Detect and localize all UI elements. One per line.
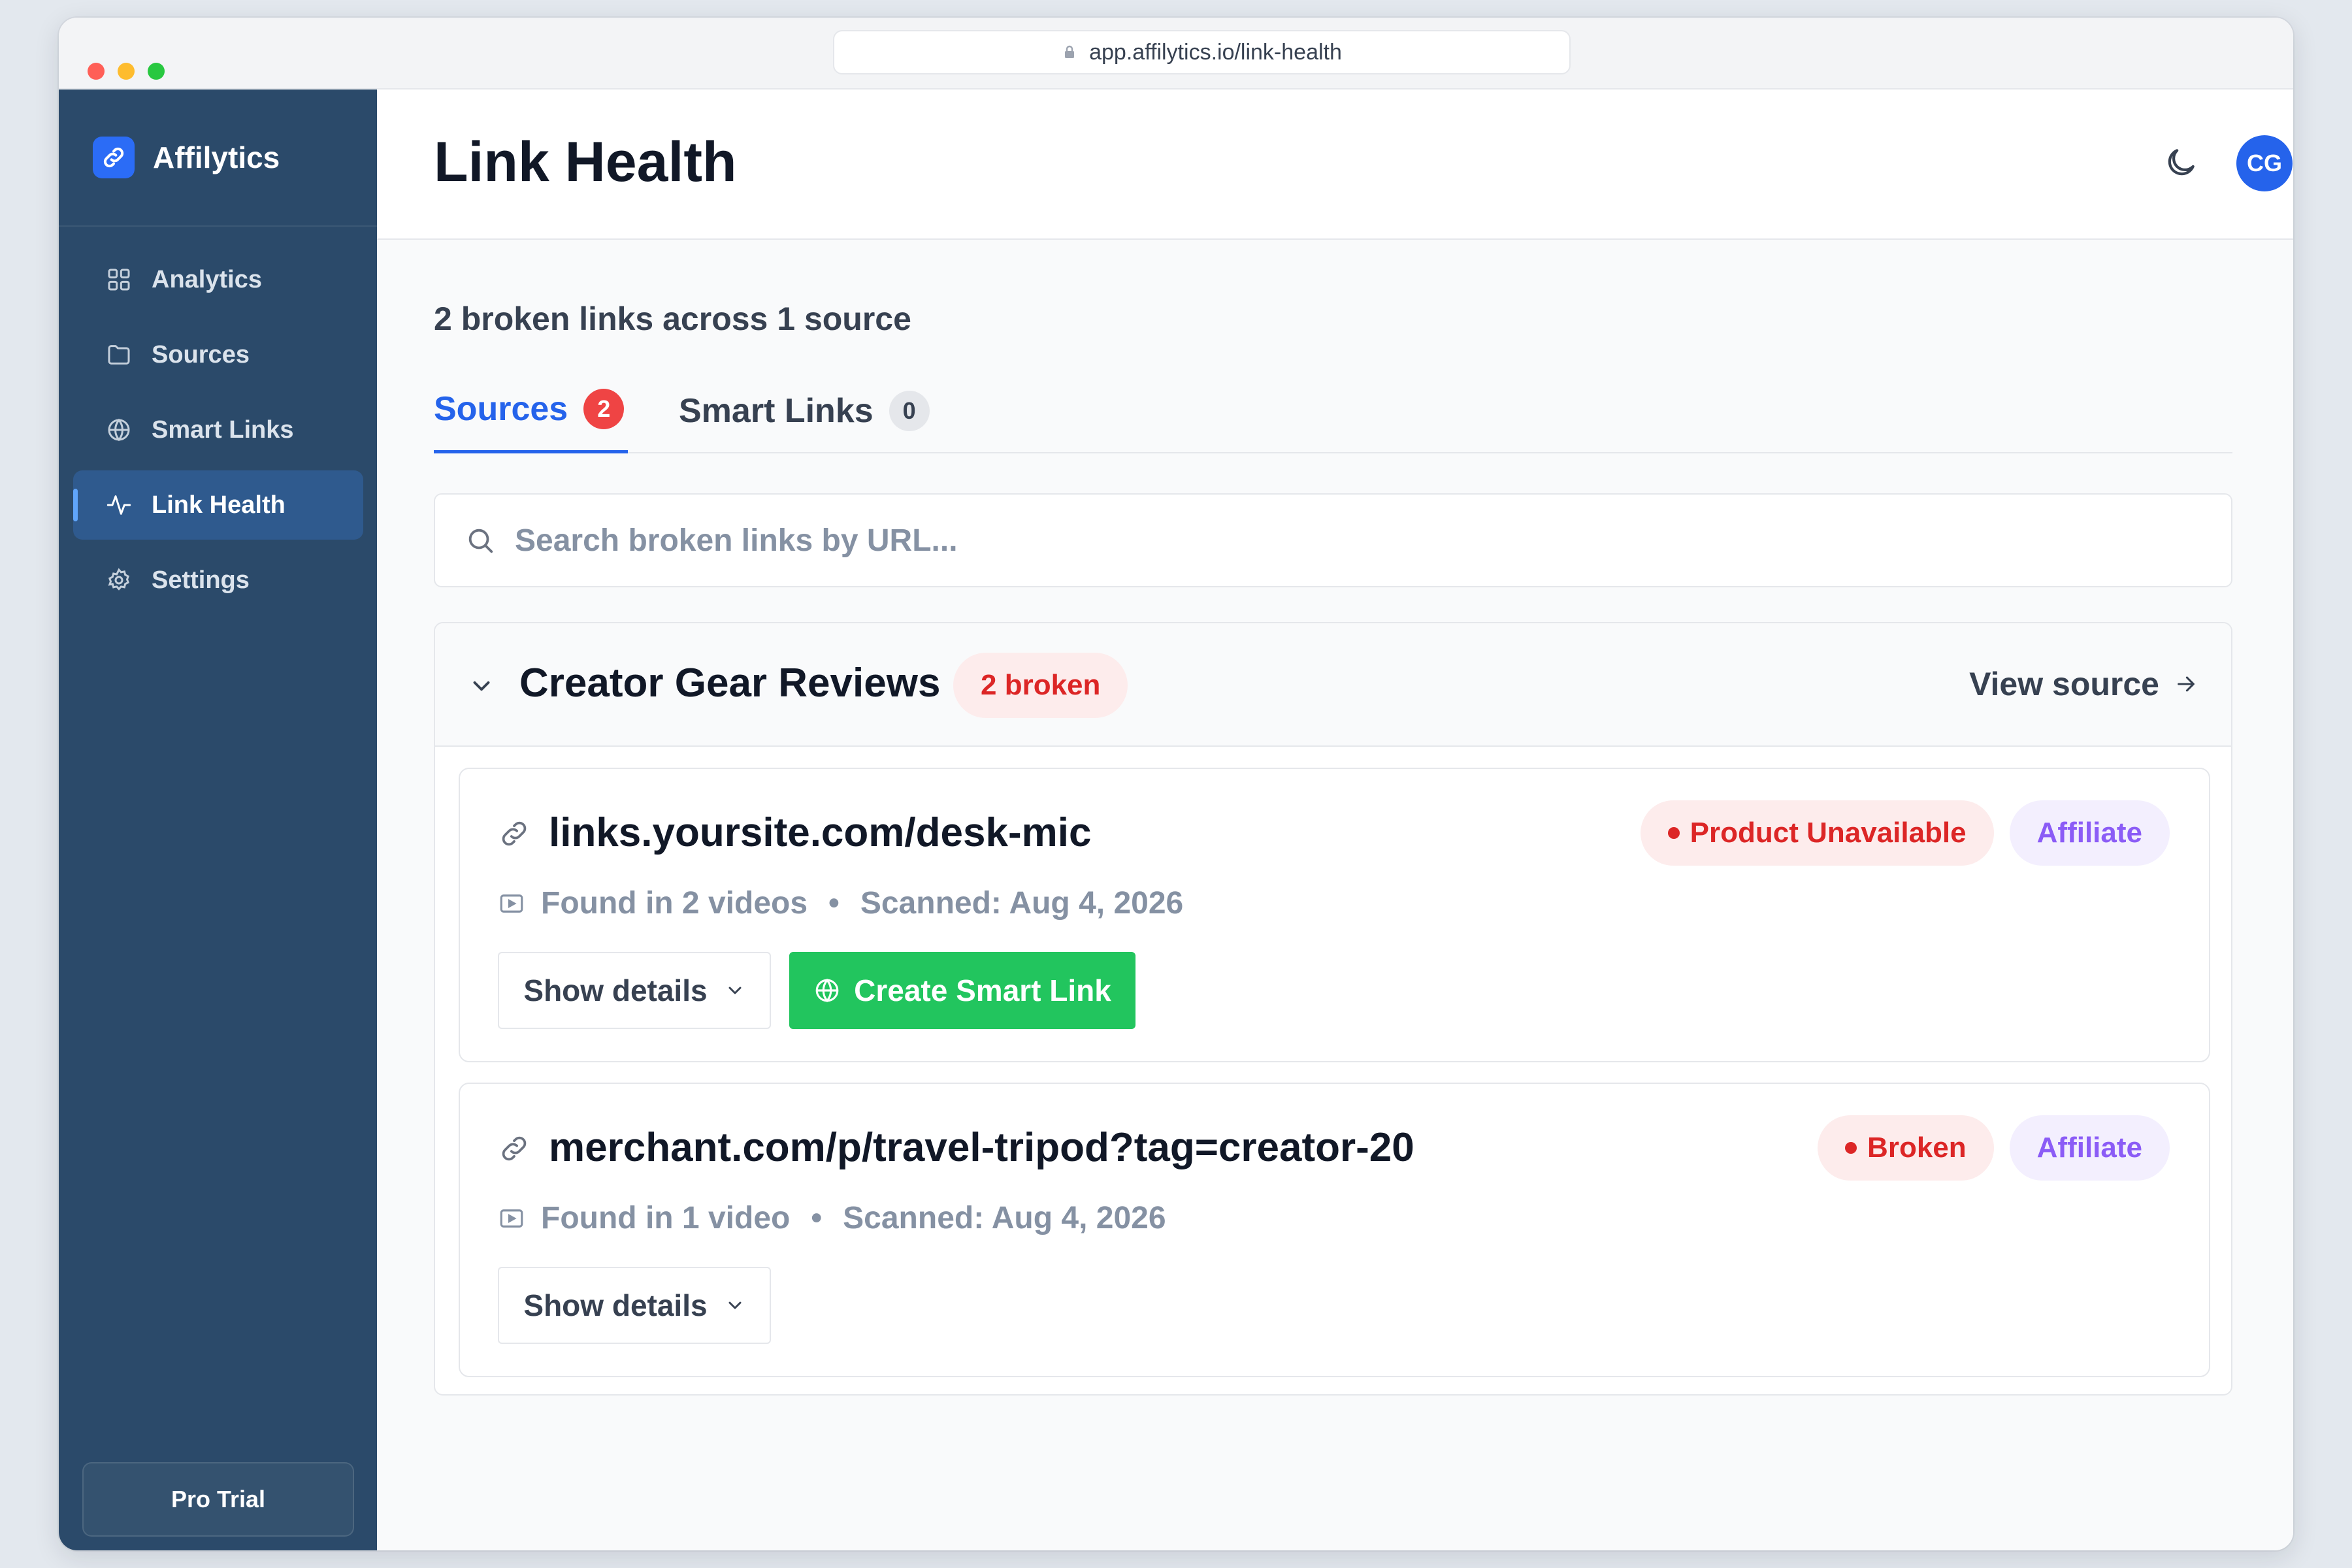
broken-link-card: merchant.com/p/travel-tripod?tag=creator… bbox=[459, 1083, 2210, 1377]
create-smart-link-label: Create Smart Link bbox=[854, 973, 1111, 1007]
grid-icon bbox=[108, 269, 130, 291]
sidebar-item-label: Smart Links bbox=[152, 416, 294, 444]
tab-count-badge: 0 bbox=[889, 390, 930, 431]
page-title: Link Health bbox=[434, 131, 737, 193]
show-details-button[interactable]: Show details bbox=[498, 952, 771, 1029]
link-actions: Show details bbox=[498, 1267, 771, 1344]
sidebar: Affilytics Analytics Sources Smart Links… bbox=[59, 90, 377, 1550]
activity-icon bbox=[106, 495, 131, 515]
link-logo-icon bbox=[93, 137, 135, 178]
lock-icon bbox=[1065, 45, 1075, 58]
view-source-label: View source bbox=[1969, 666, 2159, 702]
link-badges: Broken Affiliate bbox=[1818, 1115, 2170, 1181]
avatar[interactable]: CG bbox=[2236, 135, 2293, 191]
sidebar-item-settings[interactable]: Settings bbox=[73, 546, 363, 615]
video-icon bbox=[500, 1209, 523, 1228]
sidebar-item-sources[interactable]: Sources bbox=[73, 320, 363, 389]
sidebar-item-label: Analytics bbox=[152, 265, 262, 293]
create-smart-link-button[interactable]: Create Smart Link bbox=[789, 952, 1135, 1029]
folder-icon bbox=[108, 345, 130, 365]
brand-name: Affilytics bbox=[153, 140, 280, 174]
pro-trial-button[interactable]: Pro Trial bbox=[82, 1462, 354, 1537]
gear-icon bbox=[108, 568, 130, 591]
chevron-down-icon bbox=[728, 1301, 742, 1309]
found-count: Found in 1 video bbox=[541, 1201, 791, 1235]
broken-link-card: links.yoursite.com/desk-mic Product Unav… bbox=[459, 768, 2210, 1062]
status-dot-icon bbox=[1667, 827, 1680, 839]
type-badge: Affiliate bbox=[2009, 800, 2170, 866]
type-badge: Affiliate bbox=[2009, 1115, 2170, 1181]
maximize-window-button[interactable] bbox=[148, 63, 165, 80]
chevron-down-icon bbox=[728, 987, 742, 994]
tab-bar: Sources 2 Smart Links 0 bbox=[434, 377, 2232, 453]
view-source-link[interactable]: View source bbox=[1969, 665, 2197, 703]
search-icon bbox=[468, 529, 493, 553]
brand[interactable]: Affilytics bbox=[59, 90, 377, 227]
status-label: Broken bbox=[1867, 1132, 1967, 1164]
scanned-date: Scanned: Aug 4, 2026 bbox=[843, 1201, 1166, 1235]
sidebar-item-link-health[interactable]: Link Health bbox=[73, 470, 363, 540]
meta-separator: • bbox=[828, 886, 840, 921]
sidebar-item-label: Link Health bbox=[152, 491, 286, 519]
sidebar-item-label: Sources bbox=[152, 340, 250, 368]
chevron-down-icon[interactable] bbox=[468, 672, 495, 700]
link-url[interactable]: links.yoursite.com/desk-mic bbox=[549, 809, 1091, 856]
link-icon bbox=[502, 1136, 527, 1161]
source-group-header[interactable]: Creator Gear Reviews 2 broken View sourc… bbox=[435, 623, 2231, 747]
scanned-date: Scanned: Aug 4, 2026 bbox=[860, 886, 1184, 921]
meta-separator: • bbox=[811, 1201, 823, 1235]
search-input[interactable] bbox=[515, 522, 2148, 559]
source-group: Creator Gear Reviews 2 broken View sourc… bbox=[434, 622, 2232, 1396]
browser-titlebar: app.affilytics.io/link-health bbox=[59, 18, 2293, 90]
sidebar-item-analytics[interactable]: Analytics bbox=[73, 245, 363, 314]
show-details-label: Show details bbox=[523, 973, 708, 1007]
address-url: app.affilytics.io/link-health bbox=[1089, 39, 1342, 65]
moon-icon[interactable] bbox=[2163, 144, 2199, 181]
link-icon bbox=[502, 821, 527, 846]
browser-window: app.affilytics.io/link-health Affilytics… bbox=[59, 18, 2293, 1550]
tab-sources[interactable]: Sources 2 bbox=[434, 377, 628, 453]
sidebar-item-smart-links[interactable]: Smart Links bbox=[73, 395, 363, 465]
link-meta: Found in 1 video • Scanned: Aug 4, 2026 bbox=[498, 1200, 1166, 1236]
status-badge: Product Unavailable bbox=[1640, 800, 1994, 866]
arrow-right-icon bbox=[2178, 676, 2195, 692]
minimize-window-button[interactable] bbox=[118, 63, 135, 80]
link-meta: Found in 2 videos • Scanned: Aug 4, 2026 bbox=[498, 885, 1183, 921]
status-badge: Broken bbox=[1818, 1115, 1994, 1181]
sidebar-item-label: Settings bbox=[152, 566, 250, 594]
page-header: Link Health CG bbox=[377, 90, 2293, 240]
broken-count-badge: 2 broken bbox=[953, 653, 1128, 718]
tab-count-badge: 2 bbox=[583, 389, 625, 429]
found-count: Found in 2 videos bbox=[541, 886, 808, 921]
broken-links-summary: 2 broken links across 1 source bbox=[434, 301, 911, 337]
status-dot-icon bbox=[1845, 1142, 1857, 1154]
globe-icon bbox=[815, 978, 839, 1003]
tab-smart-links[interactable]: Smart Links 0 bbox=[679, 377, 930, 453]
link-badges: Product Unavailable Affiliate bbox=[1640, 800, 2170, 866]
address-bar[interactable]: app.affilytics.io/link-health bbox=[833, 30, 1571, 74]
tab-label: Smart Links bbox=[679, 391, 874, 430]
source-group-title: Creator Gear Reviews bbox=[519, 661, 941, 706]
close-window-button[interactable] bbox=[88, 63, 105, 80]
show-details-button[interactable]: Show details bbox=[498, 1267, 771, 1344]
show-details-label: Show details bbox=[523, 1288, 708, 1322]
status-label: Product Unavailable bbox=[1690, 817, 1967, 849]
globe-icon bbox=[108, 418, 130, 442]
video-icon bbox=[500, 894, 523, 913]
sidebar-nav: Analytics Sources Smart Links Link Healt… bbox=[73, 245, 363, 621]
tab-label: Sources bbox=[434, 390, 568, 428]
main-content: Link Health CG 2 broken links across 1 s… bbox=[377, 90, 2293, 1550]
search-box bbox=[434, 493, 2232, 587]
link-url[interactable]: merchant.com/p/travel-tripod?tag=creator… bbox=[549, 1124, 1414, 1171]
link-actions: Show details Create Smart Link bbox=[498, 952, 1135, 1029]
